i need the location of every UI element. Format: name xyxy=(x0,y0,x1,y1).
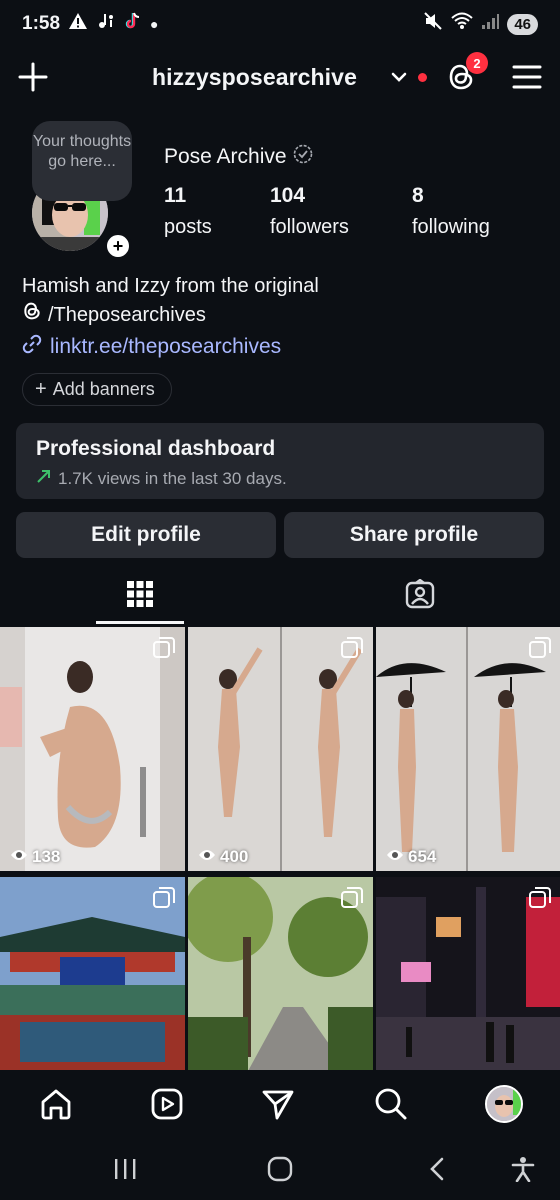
post-thumbnail[interactable] xyxy=(376,877,560,1071)
back-icon[interactable] xyxy=(422,1154,452,1184)
tagged-icon xyxy=(405,578,435,614)
plus-icon: + xyxy=(35,378,47,400)
edit-profile-button[interactable]: Edit profile xyxy=(16,512,276,558)
username[interactable]: hizzysposearchive xyxy=(152,64,357,91)
display-name: Pose Archive xyxy=(164,144,313,170)
threads-handle: /Theposearchives xyxy=(48,304,206,326)
add-story-button[interactable]: + xyxy=(104,232,132,260)
carousel-icon xyxy=(341,887,363,909)
display-name-text: Pose Archive xyxy=(164,145,287,168)
link-text: linktr.ee/theposearchives xyxy=(50,335,282,358)
notification-badge: 2 xyxy=(466,52,488,74)
view-count: 138 xyxy=(10,847,60,867)
thought-bubble[interactable]: Your thoughts go here... xyxy=(32,121,132,201)
bio: Hamish and Izzy from the original /Thepo… xyxy=(22,272,542,330)
stat-posts-label: posts xyxy=(164,216,212,238)
stat-following-value: 8 xyxy=(412,184,424,207)
active-tab-indicator xyxy=(96,621,184,624)
status-bar: 1:58 ● 46 xyxy=(0,0,560,48)
signal-icon xyxy=(481,12,500,36)
bio-line: Hamish and Izzy from the original xyxy=(22,275,319,297)
post-thumbnail[interactable] xyxy=(188,877,373,1071)
stat-followers[interactable]: 104 followers xyxy=(270,184,349,239)
dashboard-subtitle: 1.7K views in the last 30 days. xyxy=(58,468,287,488)
stat-posts-value: 11 xyxy=(164,184,187,207)
carousel-icon xyxy=(341,637,363,659)
profile-header: hizzysposearchive 2 xyxy=(0,52,560,104)
profile-link[interactable]: linktr.ee/theposearchives xyxy=(22,334,281,360)
wifi-icon xyxy=(451,12,473,36)
threads-handle-link[interactable]: /Theposearchives xyxy=(22,301,542,330)
home-button-icon[interactable] xyxy=(265,1154,295,1184)
professional-dashboard[interactable]: Professional dashboard 1.7K views in the… xyxy=(16,423,544,499)
profile-tab[interactable] xyxy=(484,1084,524,1124)
verified-badge-icon xyxy=(293,144,313,170)
carousel-icon xyxy=(153,887,175,909)
view-count: 400 xyxy=(198,847,248,867)
stat-posts[interactable]: 11 posts xyxy=(164,184,212,239)
post-thumbnail[interactable]: 138 xyxy=(0,627,185,871)
grid-icon xyxy=(127,580,153,612)
direct-message-icon[interactable] xyxy=(258,1084,298,1124)
carousel-icon xyxy=(529,887,551,909)
eye-icon xyxy=(10,847,28,867)
view-count: 654 xyxy=(386,847,436,867)
system-navigation-bar xyxy=(0,1136,560,1200)
home-icon[interactable] xyxy=(36,1084,76,1124)
dashboard-subtitle-row: 1.7K views in the last 30 days. xyxy=(36,468,524,489)
create-plus-icon[interactable] xyxy=(18,62,48,92)
stat-following[interactable]: 8 following xyxy=(412,184,490,239)
profile-avatar-icon xyxy=(485,1085,523,1123)
chevron-down-icon[interactable] xyxy=(390,68,408,91)
stat-followers-label: followers xyxy=(270,216,349,238)
tab-tagged[interactable] xyxy=(376,568,464,624)
post-thumbnail[interactable]: 400 xyxy=(188,627,373,871)
mute-icon xyxy=(423,11,443,37)
dot-icon: ● xyxy=(150,16,159,32)
warning-icon xyxy=(68,12,88,36)
share-profile-button[interactable]: Share profile xyxy=(284,512,544,558)
menu-icon[interactable] xyxy=(512,64,542,90)
notification-icon xyxy=(96,11,116,37)
post-thumbnail[interactable] xyxy=(0,877,185,1071)
battery-indicator: 46 xyxy=(507,13,538,35)
post-thumbnail[interactable]: 654 xyxy=(376,627,560,871)
reels-icon[interactable] xyxy=(147,1084,187,1124)
view-count-value: 654 xyxy=(408,847,437,866)
profile-tabs xyxy=(0,568,560,624)
dashboard-title: Professional dashboard xyxy=(36,437,276,460)
link-icon xyxy=(22,334,42,360)
eye-icon xyxy=(386,847,404,867)
add-banners-button[interactable]: + Add banners xyxy=(22,373,172,406)
unread-dot xyxy=(418,73,427,82)
view-count-value: 400 xyxy=(220,847,249,866)
tiktok-icon xyxy=(124,11,142,37)
bottom-navigation xyxy=(0,1070,560,1136)
stat-following-label: following xyxy=(412,216,490,238)
add-banners-label: Add banners xyxy=(52,379,155,399)
threads-small-icon xyxy=(22,301,42,330)
recent-apps-icon[interactable] xyxy=(110,1154,140,1184)
stat-followers-value: 104 xyxy=(270,184,306,207)
trend-up-icon xyxy=(36,468,52,489)
eye-icon xyxy=(198,847,216,867)
status-time: 1:58 xyxy=(22,13,61,34)
tab-grid[interactable] xyxy=(96,568,184,624)
view-count-value: 138 xyxy=(32,847,61,866)
carousel-icon xyxy=(529,637,551,659)
search-icon[interactable] xyxy=(371,1084,411,1124)
carousel-icon xyxy=(153,637,175,659)
accessibility-icon[interactable] xyxy=(508,1154,538,1184)
